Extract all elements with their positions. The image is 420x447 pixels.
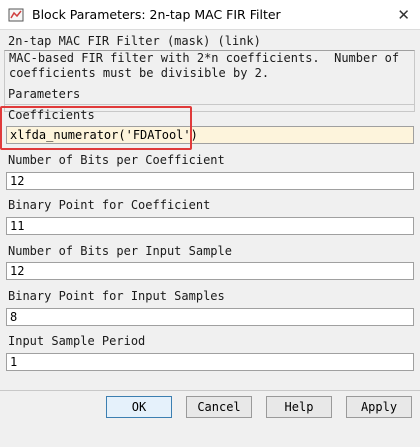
binary-point-input-field[interactable]: 8 <box>6 308 414 326</box>
parameters-header: Parameters <box>8 87 81 101</box>
block-parameters-icon <box>8 8 24 22</box>
window-title: Block Parameters: 2n-tap MAC FIR Filter <box>32 7 281 22</box>
description-group: MAC-based FIR filter with 2*n coefficien… <box>4 50 415 112</box>
bits-per-input-sample-label: Number of Bits per Input Sample <box>8 244 232 258</box>
bits-per-coefficient-label: Number of Bits per Coefficient <box>8 153 225 167</box>
button-bar-divider <box>0 390 420 391</box>
input-sample-period-field[interactable]: 1 <box>6 353 414 371</box>
cancel-button[interactable]: Cancel <box>186 396 252 418</box>
parameters-divider <box>4 104 415 105</box>
bits-per-input-sample-field[interactable]: 12 <box>6 262 414 280</box>
block-description: MAC-based FIR filter with 2*n coefficien… <box>9 51 414 81</box>
input-sample-period-label: Input Sample Period <box>8 334 146 348</box>
description-line-1: MAC-based FIR filter with 2*n coefficien… <box>9 51 400 65</box>
title-bar: Block Parameters: 2n-tap MAC FIR Filter … <box>0 0 420 30</box>
binary-point-coefficient-field[interactable]: 11 <box>6 217 414 235</box>
binary-point-input-label: Binary Point for Input Samples <box>8 289 225 303</box>
dialog-body: 2n-tap MAC FIR Filter (mask) (link) MAC-… <box>0 30 420 447</box>
apply-button[interactable]: Apply <box>346 396 412 418</box>
description-line-2: coefficients must be divisible by 2. <box>9 66 270 80</box>
ok-button[interactable]: OK <box>106 396 172 418</box>
bits-per-coefficient-field[interactable]: 12 <box>6 172 414 190</box>
block-type-label: 2n-tap MAC FIR Filter (mask) (link) <box>8 34 261 48</box>
highlight-box <box>0 106 192 150</box>
close-icon[interactable]: ✕ <box>397 6 410 24</box>
binary-point-coefficient-label: Binary Point for Coefficient <box>8 198 211 212</box>
help-button[interactable]: Help <box>266 396 332 418</box>
